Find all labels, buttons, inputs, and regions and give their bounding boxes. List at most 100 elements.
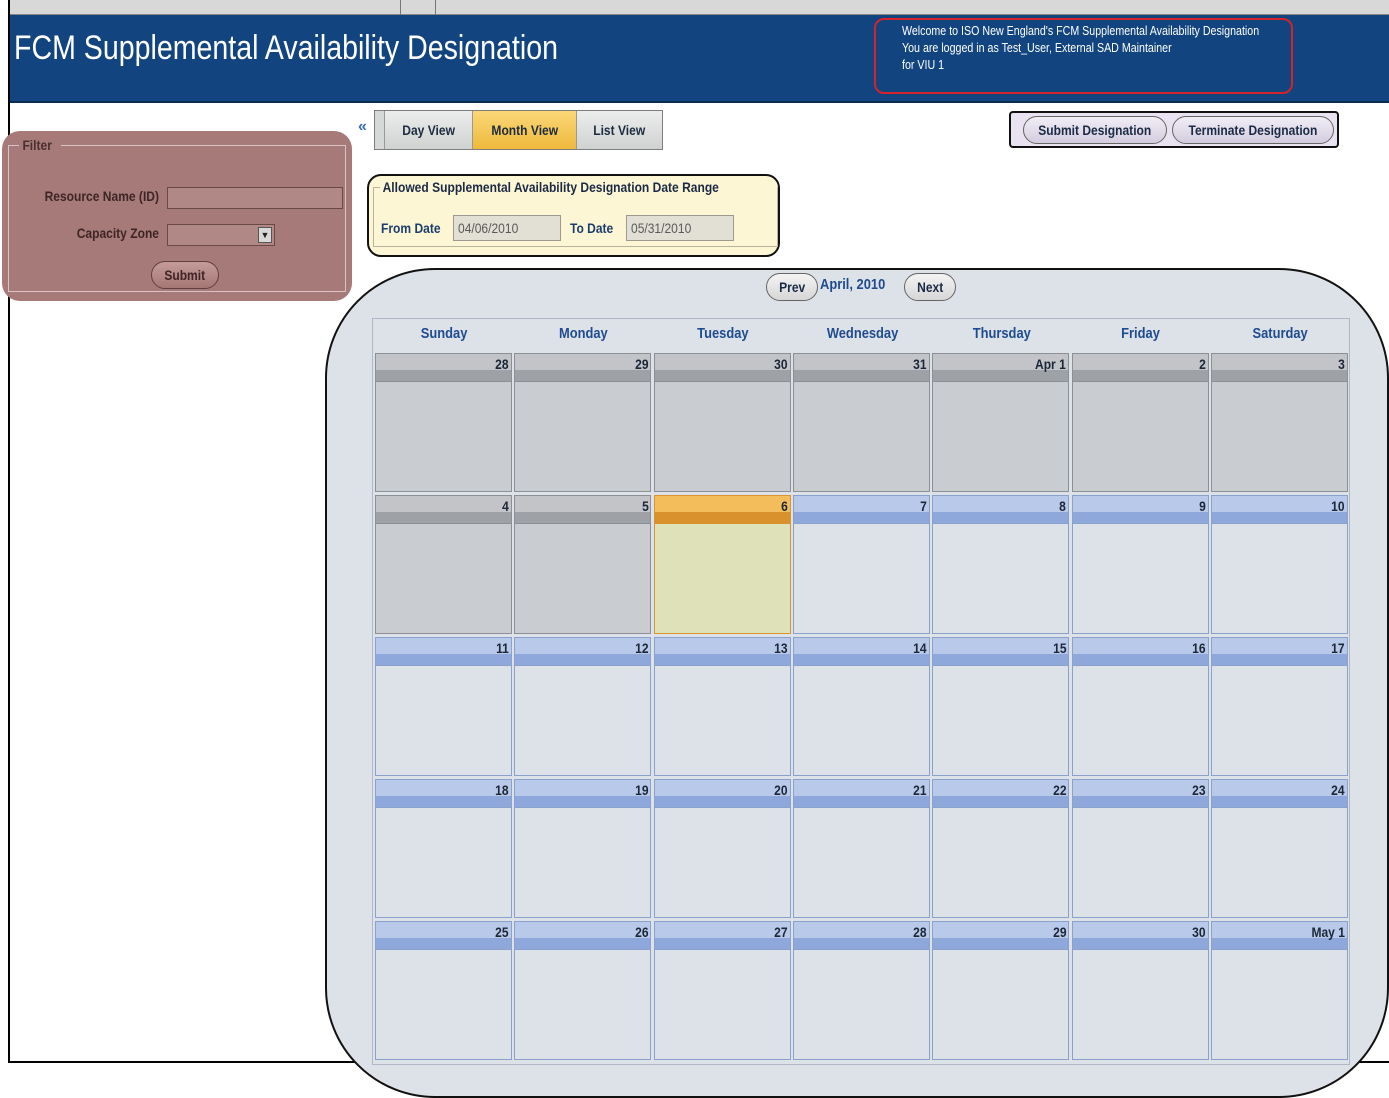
dropdown-arrow-icon[interactable]: ▼ (258, 227, 272, 243)
day-header: 29 (933, 922, 1069, 950)
calendar-day-cell[interactable]: May 1 (1210, 921, 1348, 1060)
day-header: 19 (515, 780, 651, 808)
calendar-day-cell[interactable]: 30 (1071, 921, 1209, 1060)
calendar-day-cell[interactable]: 18 (375, 779, 512, 918)
day-number: 10 (1331, 498, 1345, 514)
day-number: 21 (913, 782, 927, 798)
calendar-day-cell[interactable]: 4 (375, 495, 512, 634)
day-header: 30 (654, 354, 790, 382)
day-header: 24 (1211, 780, 1347, 808)
calendar-day-cell[interactable]: 3 (1210, 353, 1348, 492)
day-number: 30 (774, 356, 788, 372)
calendar-day-cell[interactable]: 19 (514, 779, 652, 918)
terminate-designation-label: Terminate Designation (1188, 122, 1318, 138)
filter-submit-button[interactable]: Submit (151, 261, 219, 289)
weekday-label: Saturday (1252, 325, 1308, 342)
weekday-header: Tuesday (654, 325, 793, 342)
calendar-day-cell[interactable]: 30 (653, 353, 791, 492)
tab-month-view[interactable]: Month View (473, 111, 577, 149)
day-header: 9 (1072, 496, 1208, 524)
calendar-day-cell[interactable]: 25 (375, 921, 512, 1060)
calendar-day-cell[interactable]: 31 (792, 353, 930, 492)
terminate-designation-button[interactable]: Terminate Designation (1172, 116, 1334, 144)
calendar-day-cell[interactable]: 29 (514, 353, 652, 492)
calendar-day-cell[interactable]: 20 (653, 779, 791, 918)
submit-designation-label: Submit Designation (1038, 122, 1152, 138)
day-number: 3 (1338, 356, 1345, 372)
capacity-zone-select[interactable]: ▼ (167, 224, 275, 246)
calendar-day-cell[interactable]: 12 (514, 637, 652, 776)
day-header: 28 (793, 922, 929, 950)
prev-month-label: Prev (778, 279, 806, 295)
calendar-day-cell[interactable]: 14 (792, 637, 930, 776)
day-header: May 1 (1211, 922, 1347, 950)
day-number: 4 (502, 498, 509, 514)
day-header: Apr 1 (933, 354, 1069, 382)
view-tabs: Day View Month View List View (374, 110, 663, 150)
prev-month-button[interactable]: Prev (766, 273, 818, 301)
day-number: 31 (913, 356, 927, 372)
calendar-day-cell[interactable]: 2 (1071, 353, 1209, 492)
day-header: 6 (654, 496, 790, 524)
day-number: 23 (1192, 782, 1206, 798)
day-number: 13 (774, 640, 788, 656)
tab-spacer (375, 111, 385, 149)
next-month-button[interactable]: Next (904, 273, 956, 301)
day-header: 20 (654, 780, 790, 808)
next-month-label: Next (916, 279, 944, 295)
calendar-day-cell[interactable]: 24 (1210, 779, 1348, 918)
calendar-day-cell[interactable]: 28 (792, 921, 930, 1060)
day-header: 21 (793, 780, 929, 808)
day-number: 24 (1331, 782, 1345, 798)
app-title: FCM Supplemental Availability Designatio… (14, 29, 558, 67)
calendar-day-cell[interactable]: 17 (1210, 637, 1348, 776)
calendar-day-cell[interactable]: Apr 1 (932, 353, 1070, 492)
day-header: 15 (933, 638, 1069, 666)
calendar-day-cell[interactable]: 28 (375, 353, 512, 492)
resource-name-input[interactable] (167, 187, 343, 209)
weekday-label: Friday (1121, 325, 1161, 342)
calendar-day-cell[interactable]: 7 (792, 495, 930, 634)
calendar-day-cell[interactable]: 22 (932, 779, 1070, 918)
day-number: 7 (920, 498, 927, 514)
day-header: 17 (1211, 638, 1347, 666)
calendar-day-cell[interactable]: 8 (932, 495, 1070, 634)
weekday-header: Saturday (1211, 325, 1350, 342)
filter-fieldset: Filter Resource Name (ID) Capacity Zone … (8, 137, 346, 292)
tab-day-label: Day View (402, 122, 455, 138)
tab-day-view[interactable]: Day View (385, 111, 473, 149)
day-header: 18 (376, 780, 511, 808)
day-number: 8 (1059, 498, 1067, 514)
calendar-day-cell[interactable]: 29 (932, 921, 1070, 1060)
day-header: 8 (933, 496, 1069, 524)
calendar-day-cell[interactable]: 6 (653, 495, 791, 634)
calendar-day-cell[interactable]: 26 (514, 921, 652, 1060)
day-number: 22 (1052, 782, 1067, 798)
calendar-day-cell[interactable]: 5 (514, 495, 652, 634)
collapse-panel-icon[interactable]: « (358, 118, 367, 136)
from-date-field: 04/06/2010 (453, 215, 561, 241)
calendar-day-cell[interactable]: 23 (1071, 779, 1209, 918)
calendar-day-cell[interactable]: 9 (1071, 495, 1209, 634)
day-number: 14 (913, 640, 927, 656)
calendar-day-cell[interactable]: 21 (792, 779, 930, 918)
weekday-header: Wednesday (793, 325, 932, 342)
day-number: 15 (1052, 640, 1067, 656)
calendar-day-cell[interactable]: 13 (653, 637, 791, 776)
calendar-day-cell[interactable]: 10 (1210, 495, 1348, 634)
day-header: 28 (376, 354, 511, 382)
calendar-day-cell[interactable]: 27 (653, 921, 791, 1060)
weekday-label: Monday (559, 325, 609, 342)
submit-designation-button[interactable]: Submit Designation (1023, 116, 1167, 144)
calendar-day-cell[interactable]: 15 (932, 637, 1070, 776)
welcome-box: Welcome to ISO New England's FCM Supplem… (874, 18, 1293, 94)
tab-list-view[interactable]: List View (577, 111, 662, 149)
to-date-field: 05/31/2010 (626, 215, 734, 241)
calendar-day-cell[interactable]: 16 (1071, 637, 1209, 776)
calendar-day-cell[interactable]: 11 (375, 637, 512, 776)
day-number: 5 (641, 498, 649, 514)
month-calendar-grid: Sunday Monday Tuesday Wednesday Thursday Frid… (372, 318, 1350, 1065)
day-number: 20 (774, 782, 788, 798)
capacity-zone-label: Capacity Zone (76, 225, 159, 241)
weekday-label: Sunday (421, 325, 468, 342)
